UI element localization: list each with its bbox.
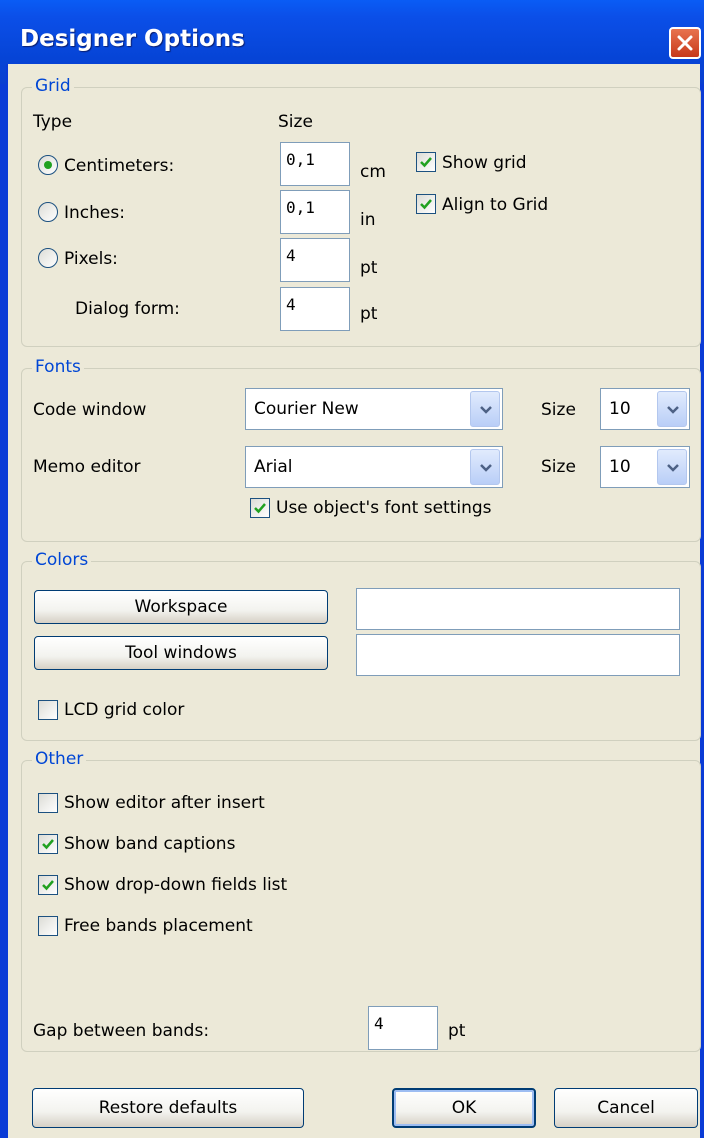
memo-editor-size-label: Size [541, 457, 576, 477]
grid-legend: Grid [32, 76, 74, 96]
inches-size-input[interactable]: 0,1 [280, 190, 350, 234]
workspace-color-swatch[interactable] [356, 588, 680, 630]
gap-between-bands-input[interactable]: 4 [368, 1006, 438, 1050]
pixels-label[interactable]: Pixels: [64, 249, 118, 269]
chevron-down-icon [667, 464, 679, 472]
chevron-down-icon [480, 406, 492, 414]
code-window-size-value: 10 [609, 399, 631, 419]
inches-unit: in [360, 210, 376, 230]
inches-label[interactable]: Inches: [64, 203, 125, 223]
show-grid-checkbox[interactable] [416, 152, 436, 172]
tool-windows-color-swatch[interactable] [356, 634, 680, 676]
other-legend: Other [32, 749, 87, 769]
pixels-size-input[interactable]: 4 [280, 238, 350, 282]
gap-between-bands-label: Gap between bands: [33, 1021, 210, 1041]
lcd-grid-color-checkbox[interactable] [38, 700, 58, 720]
code-window-font-value: Courier New [254, 399, 359, 419]
chevron-down-icon [480, 464, 492, 472]
use-object-font-checkbox[interactable] [250, 498, 270, 518]
fonts-legend: Fonts [32, 357, 84, 377]
memo-editor-size-combo[interactable]: 10 [600, 446, 690, 488]
close-button[interactable] [669, 27, 701, 59]
align-to-grid-checkbox[interactable] [416, 194, 436, 214]
memo-editor-size-value: 10 [609, 457, 631, 477]
free-bands-placement-checkbox[interactable] [38, 916, 58, 936]
pixels-unit: pt [360, 258, 378, 278]
checkmark-icon [254, 503, 266, 514]
lcd-grid-color-label[interactable]: LCD grid color [64, 700, 184, 720]
dropdown-button[interactable] [470, 449, 500, 485]
dialog-form-label: Dialog form: [75, 299, 180, 319]
cancel-button[interactable]: Cancel [554, 1088, 698, 1128]
centimeters-label[interactable]: Centimeters: [64, 156, 174, 176]
checkmark-icon [420, 157, 432, 168]
workspace-button-label: Workspace [134, 597, 228, 617]
type-header: Type [33, 112, 73, 132]
show-editor-after-insert-label[interactable]: Show editor after insert [64, 793, 265, 813]
code-window-size-combo[interactable]: 10 [600, 388, 690, 430]
colors-legend: Colors [32, 550, 92, 570]
restore-defaults-button[interactable]: Restore defaults [32, 1088, 304, 1128]
align-to-grid-label[interactable]: Align to Grid [442, 195, 548, 215]
show-band-captions-checkbox[interactable] [38, 834, 58, 854]
workspace-button[interactable]: Workspace [34, 590, 328, 624]
pixels-radio[interactable] [38, 248, 58, 268]
code-window-label: Code window [33, 400, 147, 420]
window-title: Designer Options [20, 26, 245, 52]
size-header: Size [278, 112, 313, 132]
cancel-label: Cancel [597, 1098, 655, 1118]
close-icon [677, 35, 693, 51]
show-grid-label[interactable]: Show grid [442, 153, 527, 173]
tool-windows-button[interactable]: Tool windows [34, 636, 328, 670]
code-window-size-label: Size [541, 400, 576, 420]
dropdown-button[interactable] [657, 449, 687, 485]
checkmark-icon [42, 880, 54, 891]
memo-editor-font-value: Arial [254, 457, 293, 477]
ok-button[interactable]: OK [392, 1088, 536, 1128]
gap-between-bands-unit: pt [448, 1021, 466, 1041]
code-window-font-combo[interactable]: Courier New [245, 388, 503, 430]
centimeters-radio[interactable] [38, 155, 58, 175]
show-drop-down-fields-list-label[interactable]: Show drop-down fields list [64, 875, 287, 895]
checkmark-icon [420, 199, 432, 210]
dialog-client-area: Grid Type Size Centimeters: 0,1 cm Inche… [6, 64, 701, 1138]
show-band-captions-label[interactable]: Show band captions [64, 834, 235, 854]
dialog-form-unit: pt [360, 304, 378, 324]
show-drop-down-fields-list-checkbox[interactable] [38, 875, 58, 895]
memo-editor-font-combo[interactable]: Arial [245, 446, 503, 488]
inches-radio[interactable] [38, 202, 58, 222]
ok-label: OK [451, 1098, 477, 1118]
chevron-down-icon [667, 406, 679, 414]
restore-defaults-label: Restore defaults [98, 1098, 238, 1118]
memo-editor-label: Memo editor [33, 457, 141, 477]
centimeters-size-input[interactable]: 0,1 [280, 142, 350, 186]
checkmark-icon [42, 839, 54, 850]
tool-windows-button-label: Tool windows [125, 643, 237, 663]
show-editor-after-insert-checkbox[interactable] [38, 793, 58, 813]
use-object-font-label[interactable]: Use object's font settings [276, 498, 492, 518]
dialog-form-input[interactable]: 4 [280, 287, 350, 331]
free-bands-placement-label[interactable]: Free bands placement [64, 916, 253, 936]
designer-options-window: Designer Options Grid Type Size Centimet… [0, 0, 704, 1138]
dropdown-button[interactable] [657, 391, 687, 427]
centimeters-unit: cm [360, 162, 386, 182]
dropdown-button[interactable] [470, 391, 500, 427]
